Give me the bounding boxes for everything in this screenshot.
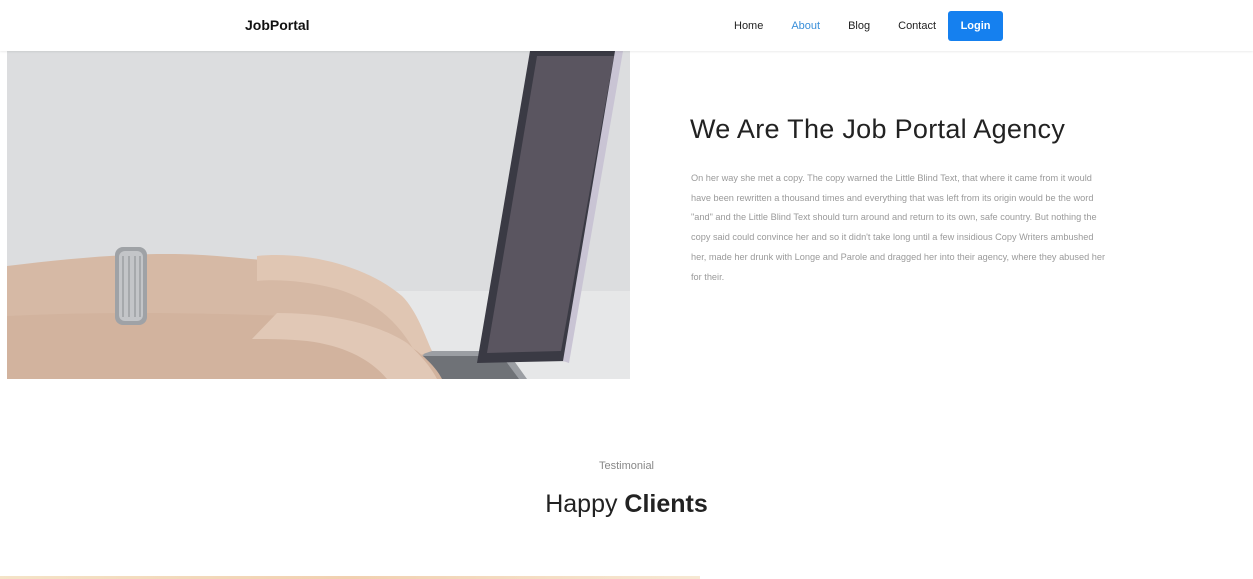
testimonial-subheading: Testimonial <box>598 460 655 472</box>
testimonial-heading-light: Happy <box>545 490 618 518</box>
nav-link-about[interactable]: About <box>791 20 820 32</box>
top-navbar: JobPortal Home About Blog Contact Login <box>0 0 1253 51</box>
nav-menu: Home About Blog Contact Login <box>734 0 1004 51</box>
nav-link-home[interactable]: Home <box>734 20 763 32</box>
laptop-typing-photo <box>7 51 630 379</box>
testimonial-heading-bold: Clients <box>624 490 708 518</box>
about-paragraph: On her way she met a copy. The copy warn… <box>691 173 1106 282</box>
brand-logo[interactable]: JobPortal <box>245 17 310 33</box>
about-title: We Are The Job Portal Agency <box>690 114 1066 144</box>
login-button[interactable]: Login <box>948 10 1004 41</box>
nav-link-contact[interactable]: Contact <box>898 20 936 32</box>
testimonial-heading: Happy Clients <box>0 490 1253 519</box>
laptop-typing-illustration <box>7 51 630 379</box>
nav-link-blog[interactable]: Blog <box>848 20 870 32</box>
